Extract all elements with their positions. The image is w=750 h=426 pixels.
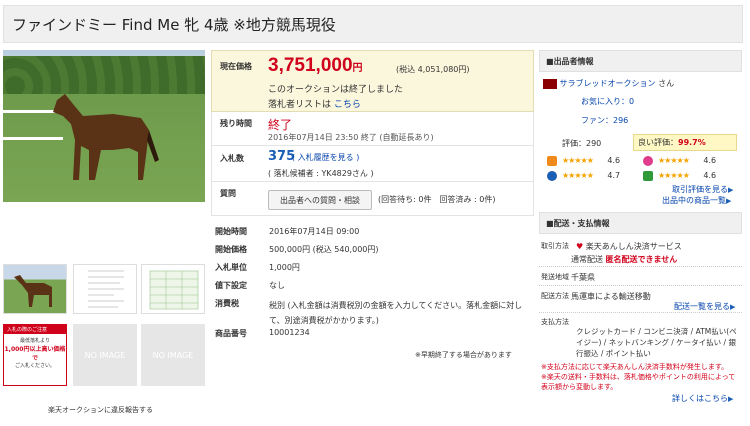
seller-header: ■出品者情報 bbox=[539, 50, 742, 72]
area-label: 発送地域 bbox=[541, 273, 569, 281]
winner-list-link[interactable]: こちら bbox=[334, 100, 361, 110]
banner-line: ご入札ください。 bbox=[14, 363, 55, 369]
bid-history-link[interactable]: ( 入札履歴を見る ) bbox=[292, 152, 359, 163]
eval-link[interactable]: 取引評価を見る▶ bbox=[672, 184, 733, 195]
score-row: ★★★★★ 4.6 bbox=[658, 156, 717, 165]
winner-candidate: ( 落札候補者 : YK4829さん ) bbox=[268, 169, 374, 178]
banner-line: 1,000円以上高い価格で bbox=[4, 346, 66, 362]
fee-note: ※支払方法に応じて楽天あんしん決済手数料が発生します。 bbox=[541, 363, 729, 371]
thumbnail-2[interactable] bbox=[73, 264, 137, 314]
pay-label: 支払方法 bbox=[541, 318, 569, 326]
favorites-link[interactable]: お気に入り：0 bbox=[581, 96, 634, 107]
page-title: ファインドミー Find Me 牝 4歳 ※地方競馬現役 bbox=[12, 16, 336, 34]
delivery-type: 通常配送 匿名配送できません bbox=[571, 255, 678, 264]
ask-seller-button[interactable]: 出品者への質問・相談 bbox=[268, 190, 372, 210]
rating-row: 評価：290 bbox=[562, 139, 602, 148]
winner-list-text: 落札者リストは こちら bbox=[268, 100, 361, 110]
score-row: ★★★★★ 4.7 bbox=[562, 171, 621, 180]
ship-method: 馬運車による輸送移動 bbox=[571, 292, 651, 301]
smile-icon bbox=[643, 156, 653, 166]
seller-avatar bbox=[543, 78, 557, 89]
ship-area: 千葉県 bbox=[571, 273, 595, 282]
details-link[interactable]: 詳しくはこちら▶ bbox=[672, 393, 733, 404]
price-tax: (税込 4,051,080円) bbox=[396, 65, 470, 74]
score-row: ★★★★★ 4.6 bbox=[658, 171, 717, 180]
question-row: 質問 出品者への質問・相談 (回答待ち: 0件 回答済み : 0件) bbox=[211, 182, 534, 216]
no-image-placeholder: NO IMAGE bbox=[73, 324, 137, 386]
thumbnail-banner[interactable]: 入札の際のご注意 最低落札より 1,000円以上高い価格で ご入札ください。 bbox=[3, 324, 67, 386]
report-link[interactable]: 楽天オークションに違反報告する bbox=[48, 405, 153, 415]
horse-image bbox=[53, 94, 159, 180]
time-label: 残り時間 bbox=[220, 119, 252, 128]
shipping-header: ■配送・支払情報 bbox=[539, 212, 742, 234]
clock-icon bbox=[547, 171, 557, 181]
bids-row: 入札数 375 ( 入札履歴を見る ) ( 落札候補者 : YK4829さん ) bbox=[211, 146, 534, 182]
time-row: 残り時間 終了 2016年07月14日 23:50 終了 (自動延長あり) bbox=[211, 112, 534, 146]
score-row: ★★★★★ 4.6 bbox=[562, 156, 621, 165]
question-status: (回答待ち: 0件 回答済み : 0件) bbox=[378, 195, 496, 204]
items-link[interactable]: 出品中の商品一覧▶ bbox=[662, 195, 731, 206]
thumbnail-3[interactable] bbox=[141, 264, 205, 314]
auction-ended-text: このオークションは終了しました bbox=[268, 85, 404, 95]
thumbnail-1[interactable] bbox=[3, 264, 67, 314]
speed-icon bbox=[547, 156, 557, 166]
banner-line: 最低落札より bbox=[20, 338, 50, 344]
seller-name-link[interactable]: サラブレッドオークション bbox=[560, 79, 656, 88]
early-end-note: ※早期終了する場合があります bbox=[415, 351, 512, 359]
price-label: 現在価格 bbox=[220, 62, 252, 71]
no-image-placeholder: NO IMAGE bbox=[141, 324, 205, 386]
fans-link[interactable]: ファン：296 bbox=[581, 115, 628, 126]
ship-list-link[interactable]: 配送一覧を見る▶ bbox=[674, 301, 735, 312]
bids-label: 入札数 bbox=[220, 154, 244, 163]
price-box: 現在価格 3,751,000円 (税込 4,051,080円) このオークション… bbox=[211, 50, 534, 112]
seller-name-row: サラブレッドオークション さん bbox=[543, 78, 674, 89]
banner-heading: 入札の際のご注意 bbox=[4, 325, 66, 334]
title-bar: ファインドミー Find Me 牝 4歳 ※地方競馬現役 bbox=[3, 5, 743, 43]
end-date: 2016年07月14日 23:50 終了 (自動延長あり) bbox=[268, 133, 434, 142]
truck-icon bbox=[643, 171, 653, 181]
price-note: ※楽天の送料・手数料は、落札価格やポイントの利用によって表示額から変動します。 bbox=[541, 373, 736, 391]
main-photo[interactable] bbox=[3, 50, 205, 202]
current-price: 3,751,000円 bbox=[268, 55, 363, 76]
question-label: 質問 bbox=[220, 189, 236, 198]
ended-status: 終了 bbox=[268, 118, 293, 132]
method-label: 取引方法 bbox=[541, 242, 569, 250]
ship-method-label: 配送方法 bbox=[541, 292, 569, 300]
pay-methods: クレジットカード / コンビニ決済 / ATM払い(ペイジー) / ネットバンキ… bbox=[576, 327, 737, 358]
good-rating-box: 良い評価：99.7% bbox=[633, 134, 737, 151]
payment-service: ♥ 楽天あんしん決済サービス bbox=[576, 242, 682, 251]
